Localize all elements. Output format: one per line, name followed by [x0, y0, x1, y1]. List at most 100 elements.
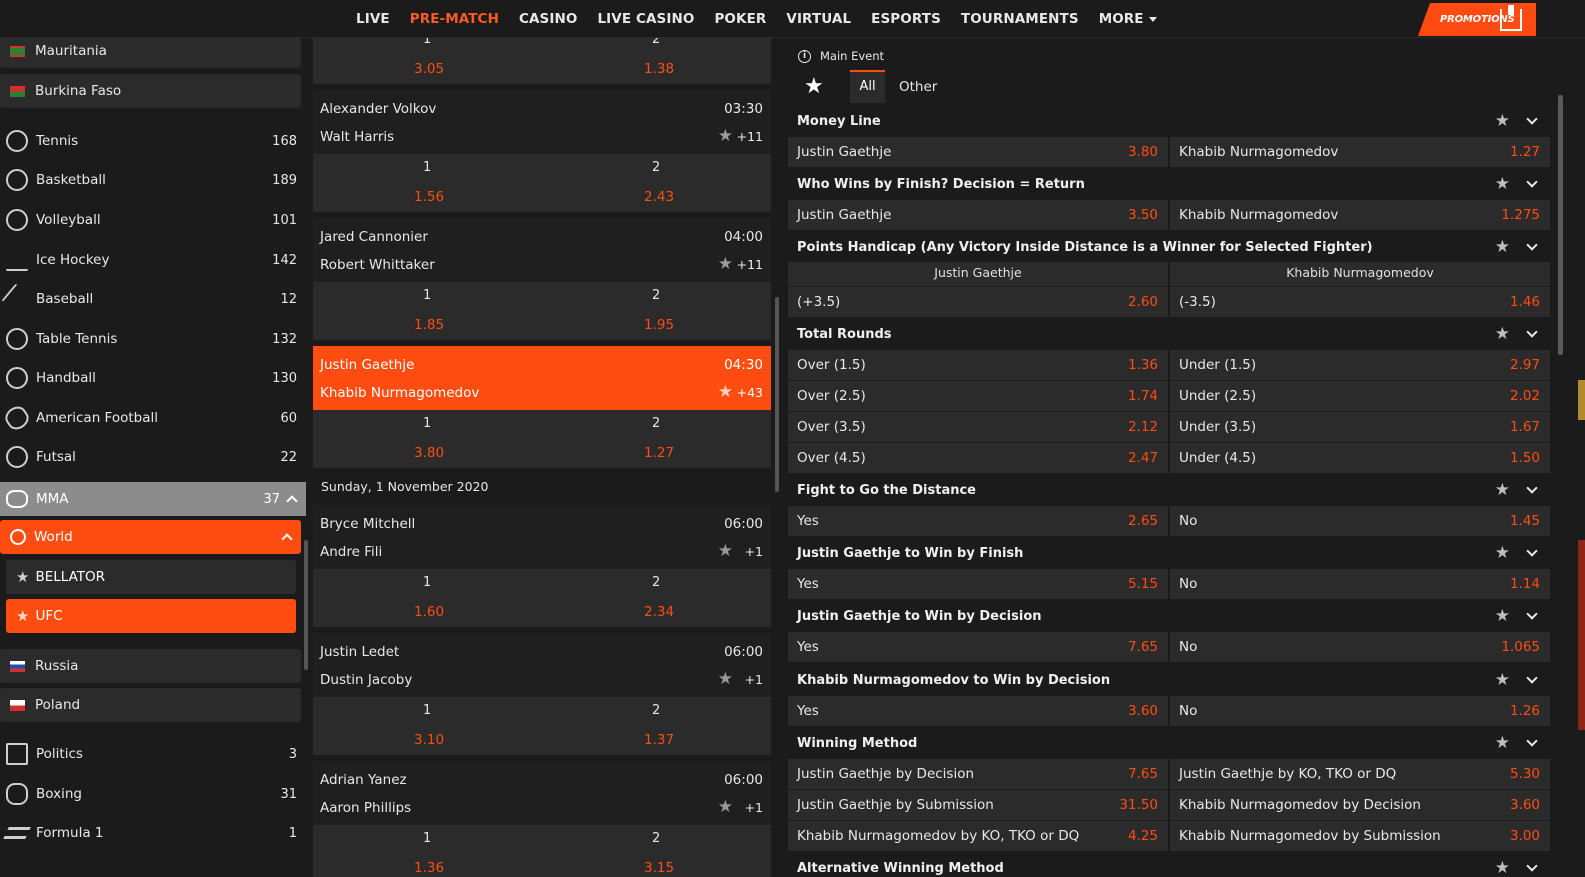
sidebar-item-basketball[interactable]: Basketball 189 — [0, 161, 301, 199]
promotions-button[interactable]: PROMOTIONS — [1418, 3, 1536, 36]
star-icon[interactable]: ★ — [1495, 480, 1510, 500]
more-markets-count[interactable]: +1 — [745, 672, 763, 687]
market-header-gaethje-finish[interactable]: Justin Gaethje to Win by Finish ★ — [788, 538, 1550, 568]
tab-favorites-star-icon[interactable]: ★ — [804, 74, 824, 99]
event-row[interactable]: Alexander Volkov Walt Harris 03:30 ★ +11 — [313, 90, 771, 154]
event-list-scrollbar[interactable] — [775, 297, 779, 492]
sidebar-item-ice-hockey[interactable]: Ice Hockey 142 — [0, 241, 301, 279]
sidebar-scrollbar[interactable] — [304, 540, 308, 670]
market-header-distance[interactable]: Fight to Go the Distance ★ — [788, 475, 1550, 505]
event-row[interactable]: Bryce Mitchell Andre Fili 06:00 ★ +1 — [313, 505, 771, 569]
star-icon[interactable]: ★ — [1495, 606, 1510, 626]
odds-button[interactable]: 1.37 — [644, 732, 674, 748]
more-markets-count[interactable]: +11 — [737, 129, 763, 144]
nav-casino[interactable]: CASINO — [519, 11, 577, 27]
star-icon[interactable]: ★ — [1495, 237, 1510, 257]
nav-virtual[interactable]: VIRTUAL — [786, 11, 851, 27]
odds-cell[interactable]: Under (4.5) 1.50 — [1170, 443, 1550, 473]
sidebar-item-american-football[interactable]: American Football 60 — [0, 399, 301, 437]
favorite-star-icon[interactable]: ★ — [718, 254, 733, 274]
event-row[interactable]: Justin Ledet Dustin Jacoby 06:00 ★ +1 — [313, 633, 771, 697]
odds-button[interactable]: 2.34 — [644, 604, 674, 620]
sidebar-item-mma[interactable]: MMA 37 — [0, 482, 306, 516]
odds-cell[interactable]: Justin Gaethje by Submission 31.50 — [788, 790, 1168, 820]
odds-cell[interactable]: No 1.45 — [1170, 506, 1550, 536]
odds-button[interactable]: 1.38 — [644, 61, 674, 77]
odds-button[interactable]: 1.95 — [644, 317, 674, 333]
odds-cell[interactable]: Yes 2.65 — [788, 506, 1168, 536]
chevron-down-icon[interactable] — [1526, 176, 1538, 188]
nav-pre-match[interactable]: PRE-MATCH — [410, 11, 499, 27]
market-header-points-handicap[interactable]: Points Handicap (Any Victory Inside Dist… — [788, 232, 1550, 262]
nav-poker[interactable]: POKER — [714, 11, 766, 27]
odds-cell[interactable]: Justin Gaethje by KO, TKO or DQ 5.30 — [1170, 759, 1550, 789]
sidebar-league-ufc[interactable]: ★ UFC — [6, 599, 296, 633]
nav-live[interactable]: LIVE — [356, 11, 390, 27]
odds-cell[interactable]: (+3.5) 2.60 — [788, 287, 1168, 317]
odds-cell[interactable]: Khabib Nurmagomedov by KO, TKO or DQ 4.25 — [788, 821, 1168, 851]
nav-more[interactable]: MORE — [1099, 11, 1157, 27]
odds-button[interactable]: 3.15 — [644, 860, 674, 876]
odds-cell[interactable]: Over (3.5) 2.12 — [788, 412, 1168, 442]
chevron-down-icon[interactable] — [1526, 860, 1538, 872]
sidebar-item-tennis[interactable]: Tennis 168 — [0, 122, 301, 160]
chevron-up-icon[interactable] — [281, 533, 293, 545]
favorite-star-icon[interactable]: ★ — [718, 382, 733, 402]
sidebar-country-mauritania[interactable]: Mauritania — [0, 38, 301, 68]
odds-cell[interactable]: Khabib Nurmagomedov 1.275 — [1170, 200, 1550, 230]
market-header-wins-by-finish[interactable]: Who Wins by Finish? Decision = Return ★ — [788, 169, 1550, 199]
odds-cell[interactable]: Under (3.5) 1.67 — [1170, 412, 1550, 442]
odds-button[interactable]: 1.60 — [414, 604, 444, 620]
sidebar-item-handball[interactable]: Handball 130 — [0, 359, 301, 397]
odds-button[interactable]: 1.56 — [414, 189, 444, 205]
favorite-star-icon[interactable]: ★ — [718, 797, 733, 817]
event-row-selected[interactable]: Justin Gaethje Khabib Nurmagomedov 04:30… — [313, 346, 771, 410]
star-icon[interactable]: ★ — [1495, 543, 1510, 563]
sidebar-country-poland[interactable]: Poland — [0, 688, 301, 722]
more-markets-count[interactable]: +1 — [745, 544, 763, 559]
odds-cell[interactable]: Khabib Nurmagomedov 1.27 — [1170, 137, 1550, 167]
odds-cell[interactable]: Under (1.5) 2.97 — [1170, 350, 1550, 380]
more-markets-count[interactable]: +11 — [737, 257, 763, 272]
odds-cell[interactable]: Over (2.5) 1.74 — [788, 381, 1168, 411]
tab-other[interactable]: Other — [899, 79, 937, 95]
chevron-down-icon[interactable] — [1526, 482, 1538, 494]
odds-button[interactable]: 3.10 — [414, 732, 444, 748]
odds-cell[interactable]: No 1.065 — [1170, 632, 1550, 662]
chevron-down-icon[interactable] — [1526, 239, 1538, 251]
sidebar-league-bellator[interactable]: ★ BELLATOR — [6, 560, 296, 594]
star-icon[interactable]: ★ — [16, 569, 29, 585]
star-icon[interactable]: ★ — [1495, 111, 1510, 131]
chevron-down-icon[interactable] — [1526, 113, 1538, 125]
sidebar-item-futsal[interactable]: Futsal 22 — [0, 438, 301, 476]
event-row[interactable]: Adrian Yanez Aaron Phillips 06:00 ★ +1 — [313, 761, 771, 825]
sidebar-item-boxing[interactable]: Boxing 31 — [0, 775, 301, 813]
chevron-down-icon[interactable] — [1526, 735, 1538, 747]
odds-cell[interactable]: No 1.26 — [1170, 696, 1550, 726]
odds-button[interactable]: 1.85 — [414, 317, 444, 333]
favorite-star-icon[interactable]: ★ — [718, 669, 733, 689]
sidebar-item-politics[interactable]: Politics 3 — [0, 735, 301, 773]
chevron-down-icon[interactable] — [1526, 672, 1538, 684]
odds-cell[interactable]: Khabib Nurmagomedov by Submission 3.00 — [1170, 821, 1550, 851]
odds-cell[interactable]: Yes 5.15 — [788, 569, 1168, 599]
market-header-alt-method[interactable]: Alternative Winning Method ★ — [788, 853, 1550, 877]
market-header-total-rounds[interactable]: Total Rounds ★ — [788, 319, 1550, 349]
odds-cell[interactable]: (-3.5) 1.46 — [1170, 287, 1550, 317]
odds-cell[interactable]: Under (2.5) 2.02 — [1170, 381, 1550, 411]
more-markets-count[interactable]: +43 — [737, 385, 763, 400]
markets-scrollbar[interactable] — [1558, 95, 1563, 355]
odds-cell[interactable]: Khabib Nurmagomedov by Decision 3.60 — [1170, 790, 1550, 820]
odds-button[interactable]: 2.43 — [644, 189, 674, 205]
favorite-star-icon[interactable]: ★ — [718, 541, 733, 561]
chevron-up-icon[interactable] — [286, 495, 298, 507]
more-markets-count[interactable]: +1 — [745, 800, 763, 815]
sidebar-item-volleyball[interactable]: Volleyball 101 — [0, 201, 301, 239]
star-icon[interactable]: ★ — [1495, 733, 1510, 753]
market-header-khabib-decision[interactable]: Khabib Nurmagomedov to Win by Decision ★ — [788, 665, 1550, 695]
odds-cell[interactable]: No 1.14 — [1170, 569, 1550, 599]
odds-button[interactable]: 3.80 — [414, 445, 444, 461]
market-header-winning-method[interactable]: Winning Method ★ — [788, 728, 1550, 758]
odds-cell[interactable]: Justin Gaethje 3.50 — [788, 200, 1168, 230]
odds-button[interactable]: 1.36 — [414, 860, 444, 876]
